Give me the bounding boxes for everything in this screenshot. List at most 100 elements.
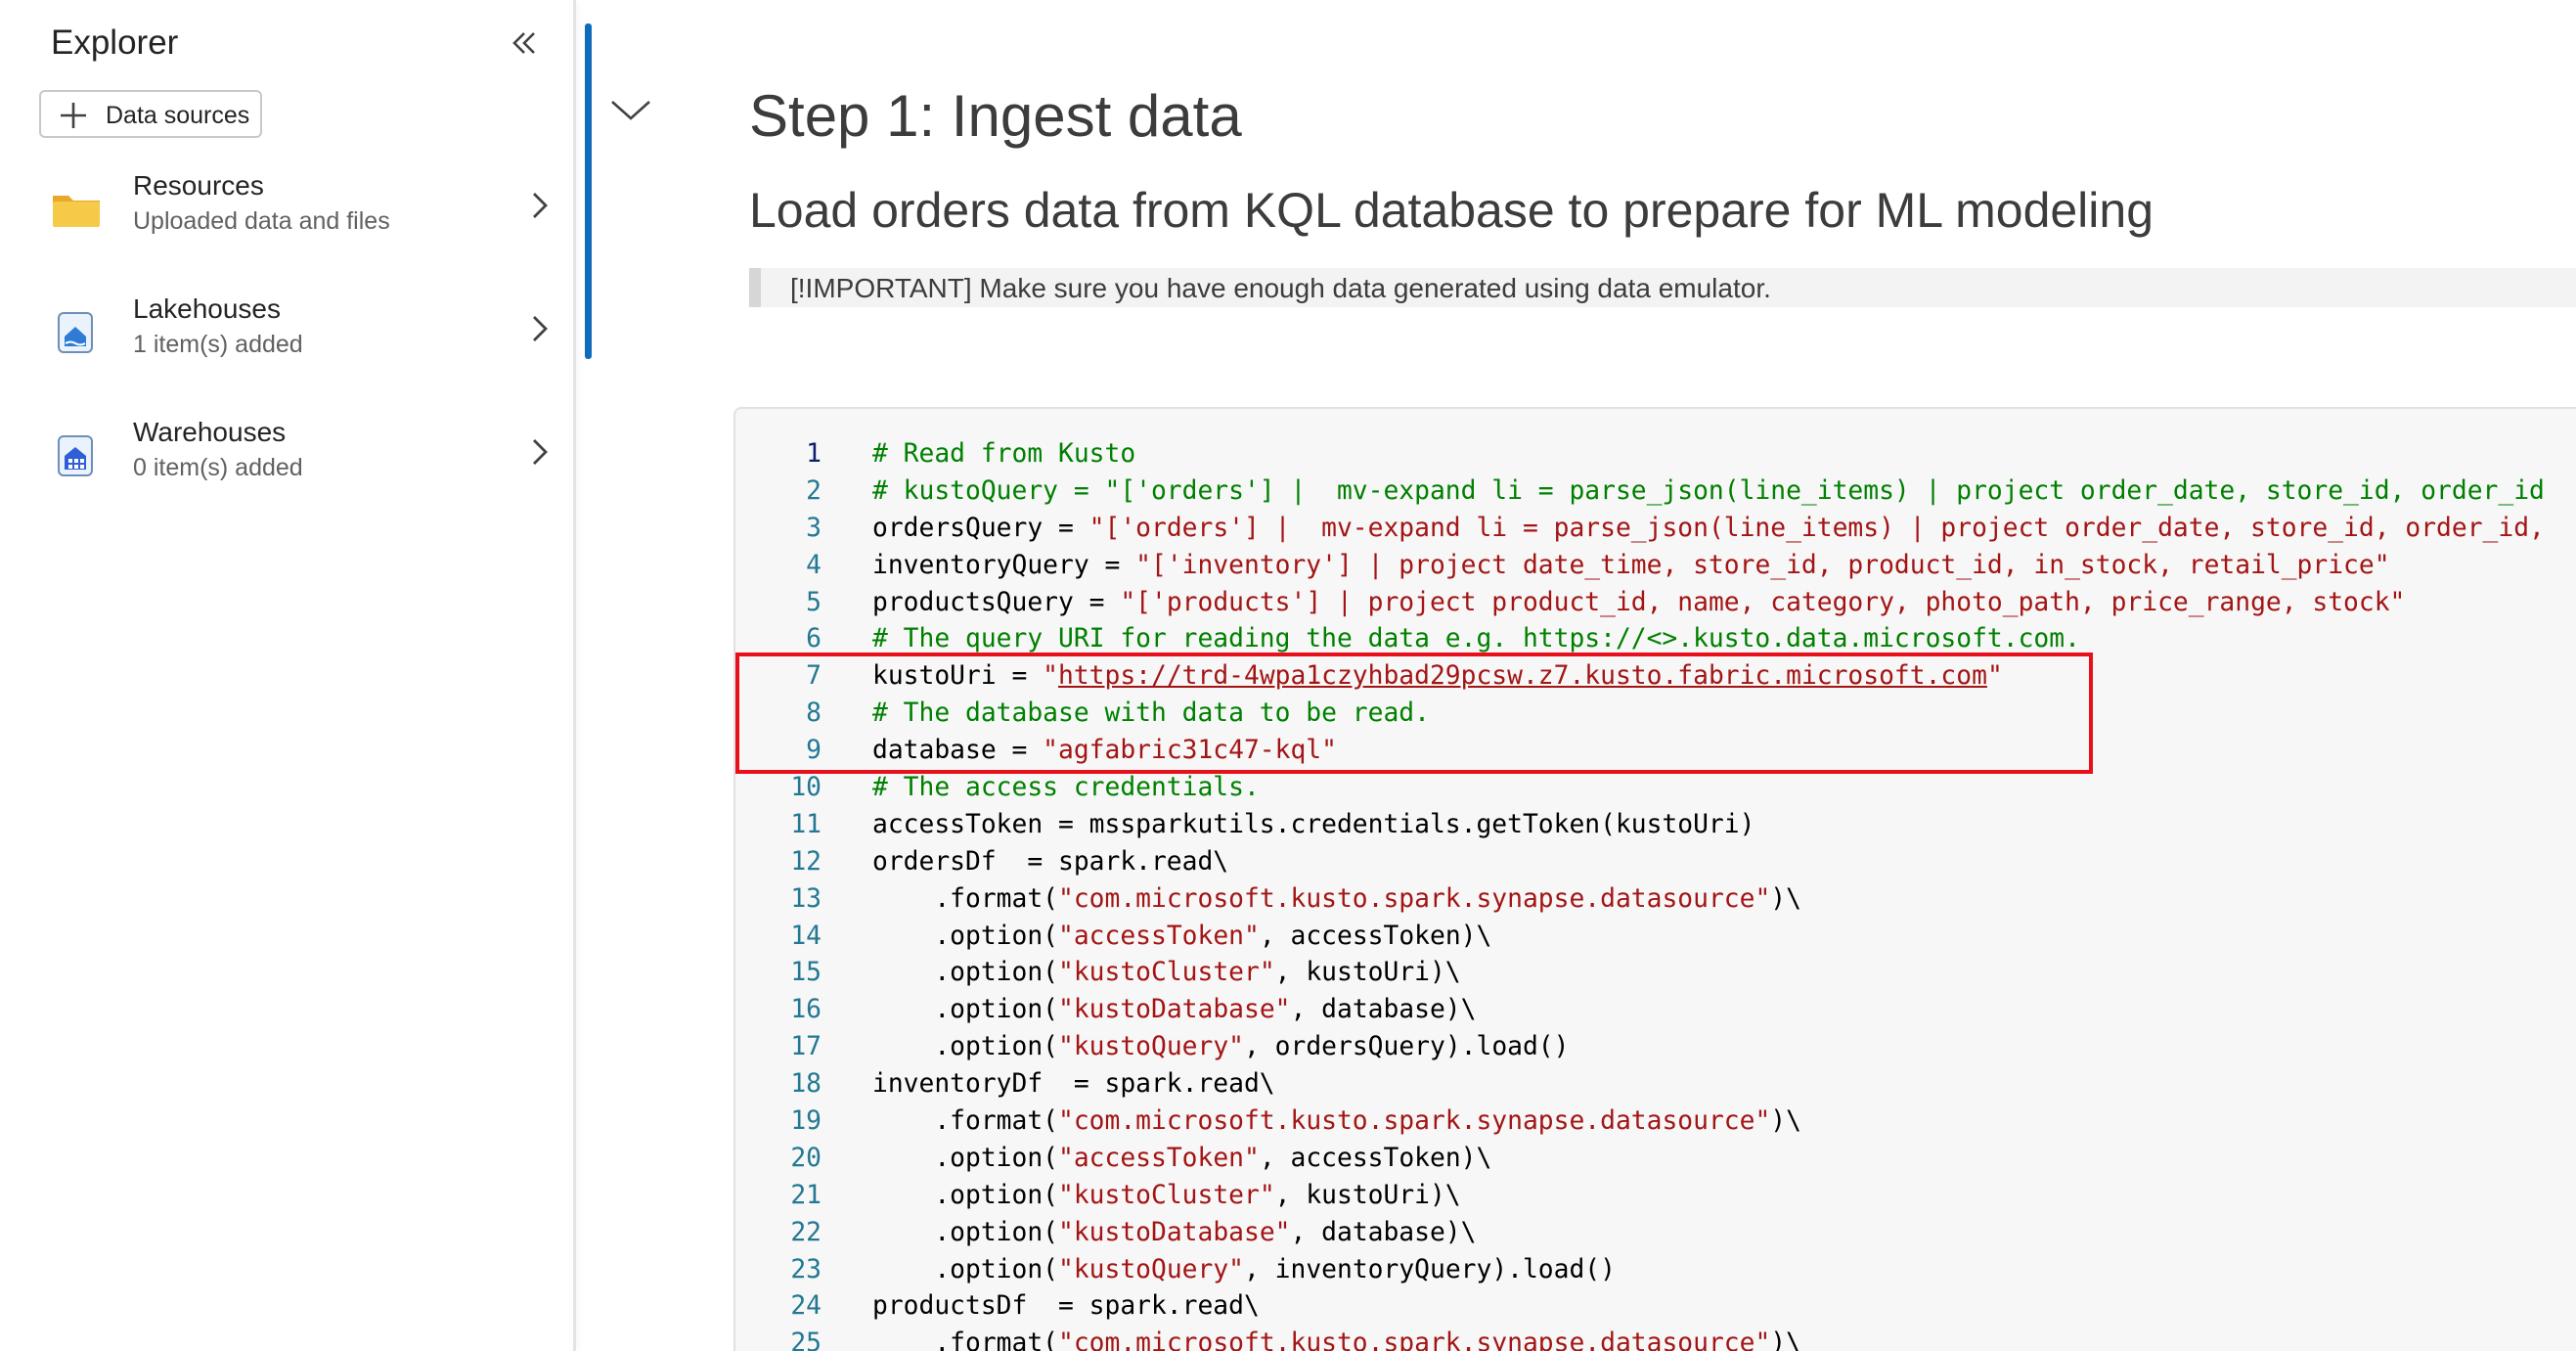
code-token: kustoUri = <box>872 661 1044 692</box>
sidebar-item-warehouses[interactable]: Warehouses 0 item(s) added <box>35 407 563 505</box>
code-token: .format( <box>872 883 1058 914</box>
code-text: # The database with data to be read. <box>872 696 1430 733</box>
code-line[interactable]: 11 accessToken = mssparkutils.credentials… <box>735 807 2576 844</box>
code-line[interactable]: 22 .option("kustoDatabase", database)\ <box>735 1215 2576 1252</box>
code-text: .option("kustoQuery", ordersQuery).load(… <box>872 1029 1569 1066</box>
line-number: 8 <box>806 698 822 729</box>
code-string: "com.microsoft.kusto.spark.synapse.datas… <box>1058 1106 1771 1137</box>
code-token: )\ <box>1770 1106 1801 1137</box>
code-token: .option( <box>872 995 1058 1025</box>
code-token: .option( <box>872 1254 1058 1284</box>
code-line[interactable]: 25 .format("com.microsoft.kusto.spark.sy… <box>735 1326 2576 1351</box>
code-line[interactable]: 18 inventoryDf = spark.read\ <box>735 1066 2576 1103</box>
line-number: 9 <box>806 736 822 766</box>
code-token: productsQuery = <box>872 587 1121 617</box>
code-text: .option("accessToken", accessToken)\ <box>872 1141 1491 1178</box>
line-number: 16 <box>790 995 822 1025</box>
sidebar-item-subtitle: 0 item(s) added <box>133 454 303 481</box>
data-sources-button[interactable]: Data sources <box>39 90 262 138</box>
sidebar-item-subtitle: 1 item(s) added <box>133 331 303 358</box>
code-line[interactable]: 14 .option("accessToken", accessToken)\ <box>735 919 2576 956</box>
sidebar-item-name: Warehouses <box>133 417 287 447</box>
code-text: # The query URI for reading the data e.g… <box>872 621 2080 658</box>
sidebar-item-lakehouses[interactable]: Lakehouses 1 item(s) added <box>35 284 563 382</box>
plus-icon <box>59 101 88 130</box>
code-token: database = <box>872 736 1044 766</box>
code-token: ordersQuery = <box>872 513 1089 543</box>
code-editor[interactable]: 1 # Read from Kusto 2 # kustoQuery = "['ord… <box>735 436 2576 1351</box>
code-line[interactable]: 10 # The access credentials. <box>735 770 2576 807</box>
code-comment: # The query URI for reading the data e.g… <box>872 624 2080 654</box>
code-token: .option( <box>872 1032 1058 1062</box>
code-text: # kustoQuery = "['orders'] | mv-expand l… <box>872 473 2545 511</box>
lakehouse-icon <box>51 307 102 358</box>
line-number: 12 <box>790 846 822 877</box>
code-text: .option("kustoQuery", inventoryQuery).lo… <box>872 1252 1616 1289</box>
code-line[interactable]: 15 .option("kustoCluster", kustoUri)\ <box>735 955 2576 992</box>
code-line[interactable]: 13 .format("com.microsoft.kusto.spark.sy… <box>735 881 2576 919</box>
code-line[interactable]: 7 kustoUri = "https://trd-4wpa1czyhbad29p… <box>735 658 2576 696</box>
code-token: , kustoUri)\ <box>1274 1180 1461 1210</box>
code-token: , accessToken)\ <box>1259 921 1492 951</box>
code-text: .format("com.microsoft.kusto.spark.synap… <box>872 1326 1801 1351</box>
data-sources-label: Data sources <box>106 102 250 129</box>
code-string: "kustoQuery" <box>1058 1032 1244 1062</box>
code-text: .format("com.microsoft.kusto.spark.synap… <box>872 1103 1801 1141</box>
code-line[interactable]: 3 ordersQuery = "['orders'] | mv-expand l… <box>735 511 2576 548</box>
code-text: .option("accessToken", accessToken)\ <box>872 919 1491 956</box>
code-url-link[interactable]: https://trd-4wpa1czyhbad29pcsw.z7.kusto.… <box>1058 661 1987 691</box>
explorer-panel: Explorer Data sources Resources Uploaded… <box>14 0 576 1351</box>
code-text: inventoryDf = spark.read\ <box>872 1066 1275 1103</box>
code-line[interactable]: 23 .option("kustoQuery", inventoryQuery)… <box>735 1252 2576 1289</box>
code-string: "com.microsoft.kusto.spark.synapse.datas… <box>1058 883 1771 914</box>
line-number: 15 <box>790 958 822 988</box>
code-cell[interactable]: 1 # Read from Kusto 2 # kustoQuery = "['ord… <box>733 407 2576 1351</box>
line-number: 5 <box>806 587 822 617</box>
code-token: .option( <box>872 1180 1058 1210</box>
code-line[interactable]: 4 inventoryQuery = "['inventory'] | proje… <box>735 548 2576 585</box>
code-token: )\ <box>1770 1328 1801 1351</box>
sidebar-item-name: Resources <box>133 170 264 201</box>
code-string: "kustoQuery" <box>1058 1254 1244 1284</box>
chevron-down-icon[interactable] <box>606 90 655 129</box>
code-line[interactable]: 21 .option("kustoCluster", kustoUri)\ <box>735 1178 2576 1215</box>
code-string: "kustoDatabase" <box>1058 1217 1291 1247</box>
code-line[interactable]: 24 productsDf = spark.read\ <box>735 1288 2576 1326</box>
code-line[interactable]: 17 .option("kustoQuery", ordersQuery).lo… <box>735 1029 2576 1066</box>
line-number: 10 <box>790 773 822 803</box>
code-text: database = "agfabric31c47-kql" <box>872 733 1337 770</box>
code-comment: # The access credentials. <box>872 773 1260 803</box>
code-line[interactable]: 5 productsQuery = "['products'] | project… <box>735 585 2576 622</box>
code-string: "kustoCluster" <box>1058 1180 1275 1210</box>
line-number: 25 <box>790 1328 822 1351</box>
line-number: 23 <box>790 1254 822 1284</box>
code-line[interactable]: 1 # Read from Kusto <box>735 436 2576 473</box>
code-line[interactable]: 19 .format("com.microsoft.kusto.spark.sy… <box>735 1103 2576 1141</box>
code-string: "kustoDatabase" <box>1058 995 1291 1025</box>
code-token: , ordersQuery).load() <box>1244 1032 1570 1062</box>
code-line[interactable]: 16 .option("kustoDatabase", database)\ <box>735 992 2576 1029</box>
code-line[interactable]: 8 # The database with data to be read. <box>735 696 2576 733</box>
code-text: .option("kustoDatabase", database)\ <box>872 1215 1476 1252</box>
code-text: .option("kustoDatabase", database)\ <box>872 992 1476 1029</box>
code-line[interactable]: 12 ordersDf = spark.read\ <box>735 844 2576 881</box>
code-text: .format("com.microsoft.kusto.spark.synap… <box>872 881 1801 919</box>
code-comment: # kustoQuery = "['orders'] | mv-expand l… <box>872 475 2545 506</box>
double-chevron-left-icon[interactable] <box>503 22 546 65</box>
code-line[interactable]: 9 database = "agfabric31c47-kql" <box>735 733 2576 770</box>
code-line[interactable]: 2 # kustoQuery = "['orders'] | mv-expand … <box>735 473 2576 511</box>
line-number: 20 <box>790 1143 822 1173</box>
code-token: )\ <box>1770 883 1801 914</box>
sidebar-item-resources[interactable]: Resources Uploaded data and files <box>35 160 563 258</box>
code-comment: # The database with data to be read. <box>872 698 1430 729</box>
code-line[interactable]: 20 .option("accessToken", accessToken)\ <box>735 1141 2576 1178</box>
line-number: 21 <box>790 1180 822 1210</box>
code-text: # Read from Kusto <box>872 436 1135 473</box>
folder-icon <box>51 184 102 235</box>
chevron-right-icon <box>526 309 554 348</box>
line-number: 6 <box>806 624 822 654</box>
code-string: "['inventory'] | project date_time, stor… <box>1135 550 2390 580</box>
line-number: 4 <box>806 550 822 580</box>
important-note-text: [!IMPORTANT] Make sure you have enough d… <box>790 273 1771 303</box>
code-line[interactable]: 6 # The query URI for reading the data e.… <box>735 621 2576 658</box>
